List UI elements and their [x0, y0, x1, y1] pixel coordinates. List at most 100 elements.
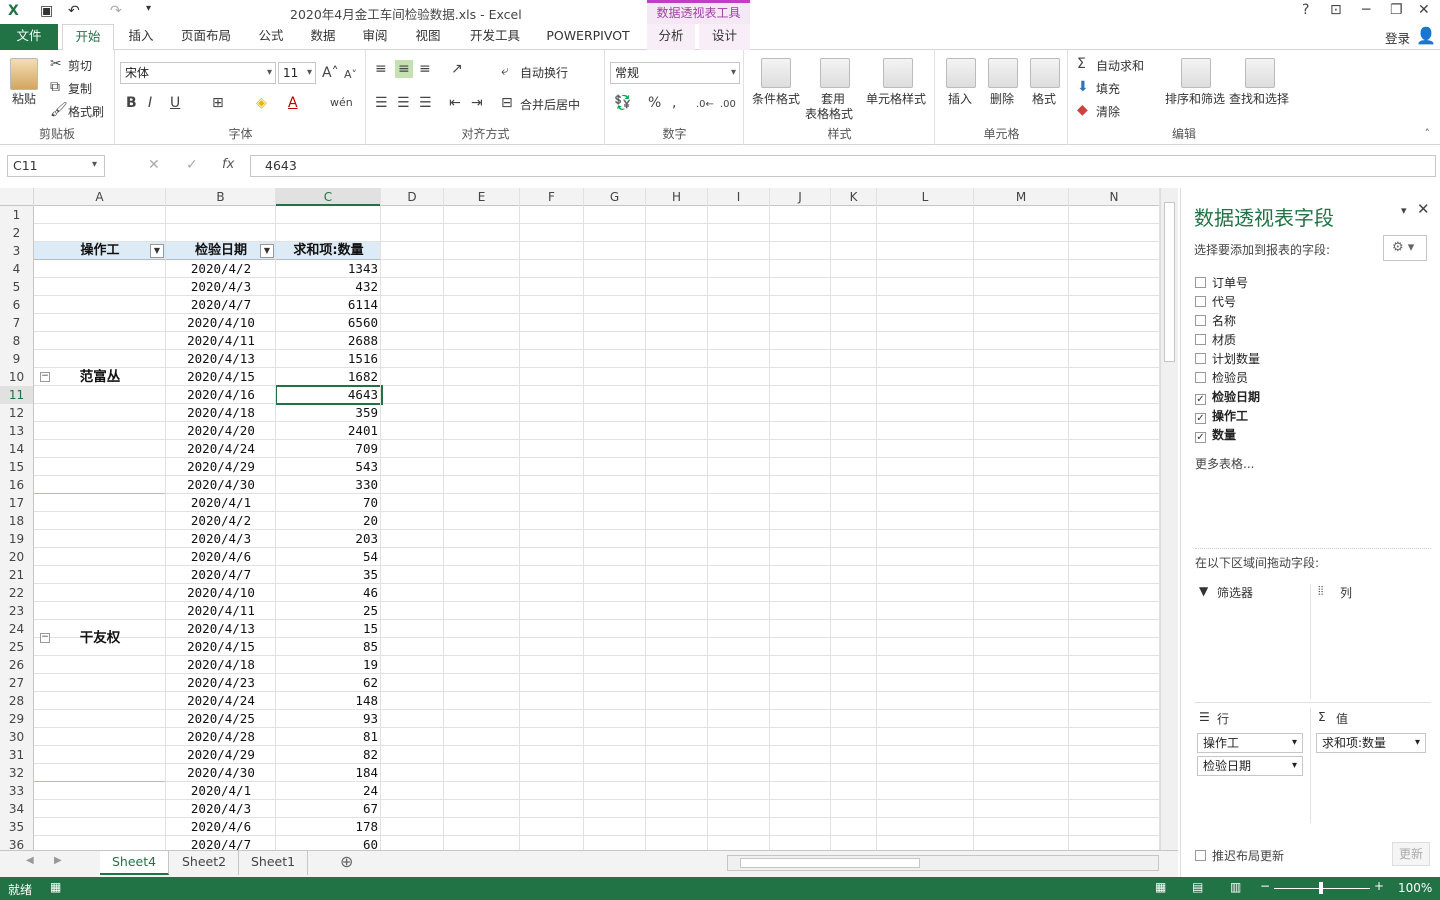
sum-cell[interactable]: 432 — [276, 278, 378, 296]
row-header[interactable]: 33 — [0, 782, 34, 800]
close-icon[interactable]: ✕ — [1418, 2, 1430, 18]
date-cell[interactable]: 2020/4/18 — [166, 404, 276, 422]
defer-checkbox-box[interactable] — [1195, 850, 1206, 861]
sheet-tab-sheet2[interactable]: Sheet2 — [170, 851, 240, 875]
redo-icon[interactable]: ↷ — [110, 3, 122, 19]
number-format-select[interactable]: 常规 — [610, 62, 740, 84]
date-cell[interactable]: 2020/4/28 — [166, 728, 276, 746]
phonetic-icon[interactable]: wén — [330, 94, 353, 112]
pivot-header-date[interactable]: 检验日期 ▼ — [166, 242, 276, 260]
filters-zone[interactable]: ▼ 筛选器 — [1195, 584, 1311, 699]
name-box[interactable]: C11 — [7, 155, 105, 177]
update-button[interactable]: 更新 — [1392, 842, 1430, 866]
row-header[interactable]: 21 — [0, 566, 34, 584]
table-format-button-line2[interactable]: 表格格式 — [805, 105, 853, 122]
bold-button[interactable]: B — [126, 94, 137, 112]
date-cell[interactable]: 2020/4/20 — [166, 422, 276, 440]
date-cell[interactable]: 2020/4/10 — [166, 314, 276, 332]
row-header[interactable]: 13 — [0, 422, 34, 440]
date-cell[interactable]: 2020/4/2 — [166, 512, 276, 530]
tab-formulas[interactable]: 公式 — [248, 24, 294, 50]
zoom-level[interactable]: 100% — [1398, 881, 1432, 895]
sum-cell[interactable]: 1682 — [276, 368, 378, 386]
date-cell[interactable]: 2020/4/13 — [166, 620, 276, 638]
horizontal-scroll-thumb[interactable] — [740, 858, 920, 868]
column-header-L[interactable]: L — [877, 188, 974, 206]
login-link[interactable]: 登录 — [1385, 28, 1410, 47]
date-cell[interactable]: 2020/4/7 — [166, 296, 276, 314]
date-cell[interactable]: 2020/4/2 — [166, 260, 276, 278]
customize-qat-icon[interactable]: ▾ — [146, 3, 151, 14]
tab-powerpivot[interactable]: POWERPIVOT — [540, 24, 636, 50]
filter-dropdown-icon[interactable]: ▼ — [150, 244, 164, 258]
row-header[interactable]: 30 — [0, 728, 34, 746]
format-painter-button[interactable]: 格式刷 — [68, 103, 104, 120]
date-cell[interactable]: 2020/4/3 — [166, 530, 276, 548]
ribbon-display-icon[interactable]: ⊡ — [1330, 2, 1342, 18]
row-header[interactable]: 12 — [0, 404, 34, 422]
cancel-icon[interactable]: ✕ — [148, 157, 160, 173]
field-item[interactable]: 材质 — [1195, 331, 1236, 349]
wrap-text-button[interactable]: 自动换行 — [520, 64, 568, 81]
normal-view-icon[interactable]: ▦ — [1155, 880, 1166, 894]
column-header-N[interactable]: N — [1069, 188, 1160, 206]
horizontal-scrollbar[interactable] — [727, 855, 1159, 871]
date-cell[interactable]: 2020/4/24 — [166, 692, 276, 710]
column-header-M[interactable]: M — [974, 188, 1069, 206]
sum-cell[interactable]: 82 — [276, 746, 378, 764]
border-icon[interactable]: ⊞ — [212, 94, 224, 112]
undo-icon[interactable]: ↶ — [68, 3, 80, 19]
column-header-F[interactable]: F — [520, 188, 584, 206]
row-header[interactable]: 34 — [0, 800, 34, 818]
field-checkbox[interactable] — [1195, 372, 1206, 383]
column-header-C[interactable]: C — [276, 188, 381, 206]
field-item[interactable]: 计划数量 — [1195, 350, 1260, 368]
row-header[interactable]: 3 — [0, 242, 34, 260]
field-checkbox[interactable] — [1195, 296, 1206, 307]
column-header-K[interactable]: K — [831, 188, 877, 206]
field-checkbox[interactable] — [1195, 315, 1206, 326]
date-cell[interactable]: 2020/4/7 — [166, 836, 276, 850]
row-header[interactable]: 25 — [0, 638, 34, 656]
increase-decimal-icon[interactable]: .0← — [696, 96, 714, 114]
copy-button[interactable]: 复制 — [68, 80, 92, 97]
field-checkbox[interactable]: ✓ — [1195, 394, 1206, 405]
vertical-scroll-thumb[interactable] — [1164, 202, 1175, 362]
date-cell[interactable]: 2020/4/24 — [166, 440, 276, 458]
table-format-icon[interactable] — [820, 58, 850, 88]
row-header[interactable]: 35 — [0, 818, 34, 836]
field-item[interactable]: 订单号 — [1195, 274, 1248, 292]
sum-cell[interactable]: 184 — [276, 764, 378, 782]
row-header[interactable]: 4 — [0, 260, 34, 278]
pane-options-icon[interactable]: ▾ — [1401, 204, 1407, 217]
sum-cell[interactable]: 178 — [276, 818, 378, 836]
field-item[interactable]: ✓ 数量 — [1195, 426, 1236, 444]
tab-review[interactable]: 审阅 — [352, 24, 398, 50]
date-cell[interactable]: 2020/4/11 — [166, 602, 276, 620]
user-avatar-icon[interactable]: 👤 — [1416, 26, 1436, 45]
comma-icon[interactable]: , — [672, 94, 676, 112]
column-header-J[interactable]: J — [770, 188, 831, 206]
column-header-H[interactable]: H — [646, 188, 708, 206]
tab-design[interactable]: 设计 — [699, 24, 750, 50]
sum-cell[interactable]: 85 — [276, 638, 378, 656]
date-cell[interactable]: 2020/4/15 — [166, 638, 276, 656]
font-color-icon[interactable]: A — [288, 94, 298, 112]
field-checkbox[interactable] — [1195, 334, 1206, 345]
clear-icon[interactable]: ◆ — [1077, 101, 1088, 119]
tab-file[interactable]: 文件 — [0, 24, 58, 50]
value-field-sum[interactable]: 求和项:数量 — [1316, 733, 1426, 753]
zoom-in-icon[interactable]: + — [1374, 879, 1384, 893]
operator-group-label[interactable]: 干友权 — [34, 629, 166, 647]
defer-update-checkbox[interactable]: 推迟布局更新 — [1195, 847, 1284, 864]
row-header[interactable]: 5 — [0, 278, 34, 296]
date-cell[interactable]: 2020/4/29 — [166, 746, 276, 764]
row-header[interactable]: 16 — [0, 476, 34, 494]
row-header[interactable]: 32 — [0, 764, 34, 782]
formula-input[interactable]: 4643 — [250, 155, 1436, 177]
conditional-format-icon[interactable] — [761, 58, 791, 88]
field-item[interactable]: ✓ 操作工 — [1195, 407, 1248, 425]
format-cells-icon[interactable] — [1030, 58, 1060, 88]
sum-cell[interactable]: 543 — [276, 458, 378, 476]
date-cell[interactable]: 2020/4/1 — [166, 782, 276, 800]
